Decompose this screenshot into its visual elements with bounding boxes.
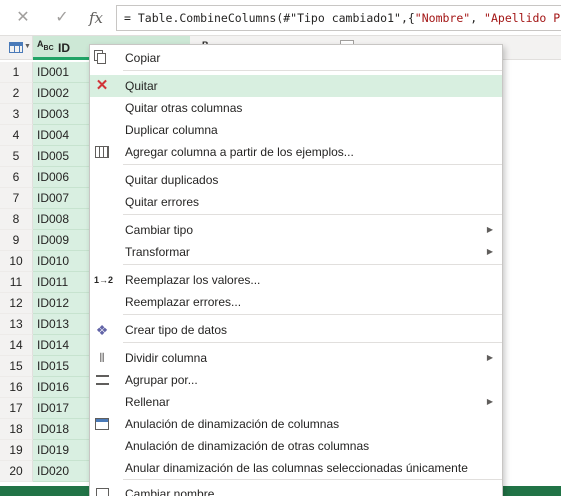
row-number: 15 (0, 356, 33, 377)
row-number: 12 (0, 293, 33, 314)
column-from-examples-icon (95, 146, 109, 158)
formula-string-2: "Apellido Pate (484, 11, 561, 25)
menu-item-quitar-otras-columnas[interactable]: Quitar otras columnas (90, 97, 502, 119)
row-number: 7 (0, 188, 33, 209)
remove-x-icon: ✕ (95, 77, 109, 94)
type-letter-c: C (48, 44, 54, 52)
row-number: 11 (0, 272, 33, 293)
menu-separator (123, 214, 502, 215)
data-type-icon: ❖ (95, 322, 109, 338)
menu-separator (123, 342, 502, 343)
menu-item-dividir-columna[interactable]: ⫴ Dividir columna ▶ (90, 347, 502, 369)
caret-down-icon: ▼ (24, 43, 31, 50)
menu-item-label: Rellenar (125, 395, 170, 409)
row-number: 14 (0, 335, 33, 356)
rename-icon (96, 488, 109, 496)
menu-item-agrupar-por[interactable]: Agrupar por... (90, 369, 502, 391)
submenu-arrow-icon: ▶ (486, 225, 493, 234)
menu-item-quitar-errores[interactable]: Quitar errores (90, 191, 502, 213)
copy-icon (97, 53, 106, 64)
menu-item-crear-tipo-de-datos[interactable]: ❖ Crear tipo de datos (90, 319, 502, 341)
context-menu: Copiar ✕ Quitar Quitar otras columnas Duplic… (89, 44, 503, 496)
menu-separator (123, 314, 502, 315)
menu-item-cambiar-nombre[interactable]: Cambiar nombre... (90, 483, 502, 496)
row-number: 18 (0, 419, 33, 440)
menu-item-label: Copiar (125, 51, 161, 65)
row-number: 4 (0, 125, 33, 146)
row-number: 13 (0, 314, 33, 335)
row-number: 9 (0, 230, 33, 251)
menu-item-quitar-duplicados[interactable]: Quitar duplicados (90, 169, 502, 191)
text-type-icon[interactable]: ABC (37, 40, 54, 53)
row-number: 2 (0, 83, 33, 104)
group-by-icon (96, 375, 109, 385)
menu-item-label: Reemplazar errores... (125, 295, 242, 309)
confirm-formula-icon[interactable]: ✓ (52, 8, 72, 28)
menu-item-reemplazar-los-valores[interactable]: 1→2 Reemplazar los valores... (90, 269, 502, 291)
menu-item-label: Dividir columna (125, 351, 208, 365)
menu-item-rellenar[interactable]: Rellenar ▶ (90, 391, 502, 413)
row-number: 17 (0, 398, 33, 419)
row-number: 10 (0, 251, 33, 272)
submenu-arrow-icon: ▶ (486, 353, 493, 362)
menu-item-anulación-de-dinamización-de-columnas[interactable]: Anulación de dinamización de columnas (90, 413, 502, 435)
formula-string-1: "Nombre" (414, 11, 471, 25)
row-number: 5 (0, 146, 33, 167)
menu-item-reemplazar-errores[interactable]: Reemplazar errores... (90, 291, 502, 313)
fx-icon[interactable]: fx (86, 8, 106, 28)
menu-item-label: Cambiar nombre... (125, 487, 225, 496)
menu-item-label: Quitar (125, 79, 158, 93)
menu-item-label: Anular dinamización de las columnas sele… (125, 461, 468, 475)
menu-item-copiar[interactable]: Copiar (90, 47, 502, 69)
menu-item-label: Quitar duplicados (125, 173, 219, 187)
cancel-formula-icon[interactable]: ✕ (13, 8, 33, 28)
submenu-arrow-icon: ▶ (486, 247, 493, 256)
menu-separator (123, 479, 502, 480)
formula-text-mid: , (470, 11, 485, 25)
menu-item-quitar[interactable]: ✕ Quitar (90, 75, 502, 97)
menu-item-duplicar-columna[interactable]: Duplicar columna (90, 119, 502, 141)
menu-item-label: Anulación de dinamización de columnas (125, 417, 340, 431)
menu-item-label: Agrupar por... (125, 373, 198, 387)
row-number: 19 (0, 440, 33, 461)
menu-item-label: Agregar columna a partir de los ejemplos… (125, 145, 354, 159)
column-header-label: ID (58, 41, 70, 55)
row-number: 6 (0, 167, 33, 188)
menu-item-label: Quitar errores (125, 195, 200, 209)
formula-input[interactable]: = Table.CombineColumns(#"Tipo cambiado1"… (116, 5, 561, 31)
menu-item-anular-dinamización-de-las-columnas-seleccionadas-únicamente[interactable]: Anular dinamización de las columnas sele… (90, 457, 502, 479)
menu-item-label: Duplicar columna (125, 123, 218, 137)
menu-item-label: Reemplazar los valores... (125, 273, 261, 287)
replace-values-icon: 1→2 (94, 275, 114, 285)
unpivot-icon (95, 418, 109, 430)
menu-item-label: Cambiar tipo (125, 223, 194, 237)
row-number: 3 (0, 104, 33, 125)
menu-separator (123, 70, 502, 71)
menu-item-label: Anulación de dinamización de otras colum… (125, 439, 370, 453)
power-query-editor: ✕ ✓ fx = Table.CombineColumns(#"Tipo cam… (0, 0, 561, 496)
menu-item-agregar-columna-a-partir-de-los-ejemplos[interactable]: Agregar columna a partir de los ejemplos… (90, 141, 502, 163)
menu-item-cambiar-tipo[interactable]: Cambiar tipo ▶ (90, 219, 502, 241)
submenu-arrow-icon: ▶ (486, 397, 493, 406)
menu-item-label: Transformar (125, 245, 190, 259)
row-number: 1 (0, 62, 33, 83)
split-column-icon: ⫴ (99, 351, 105, 365)
row-number: 20 (0, 461, 33, 482)
table-icon (9, 42, 23, 53)
menu-item-label: Quitar otras columnas (125, 101, 243, 115)
menu-item-anulación-de-dinamización-de-otras-columnas[interactable]: Anulación de dinamización de otras colum… (90, 435, 502, 457)
menu-item-transformar[interactable]: Transformar ▶ (90, 241, 502, 263)
table-menu-button[interactable]: ▼ (0, 36, 33, 60)
row-number: 8 (0, 209, 33, 230)
menu-separator (123, 264, 502, 265)
formula-bar: ✕ ✓ fx = Table.CombineColumns(#"Tipo cam… (0, 0, 561, 36)
menu-item-label: Crear tipo de datos (125, 323, 228, 337)
menu-separator (123, 164, 502, 165)
formula-text-prefix: = Table.CombineColumns(#"Tipo cambiado1"… (124, 11, 415, 25)
row-number: 16 (0, 377, 33, 398)
